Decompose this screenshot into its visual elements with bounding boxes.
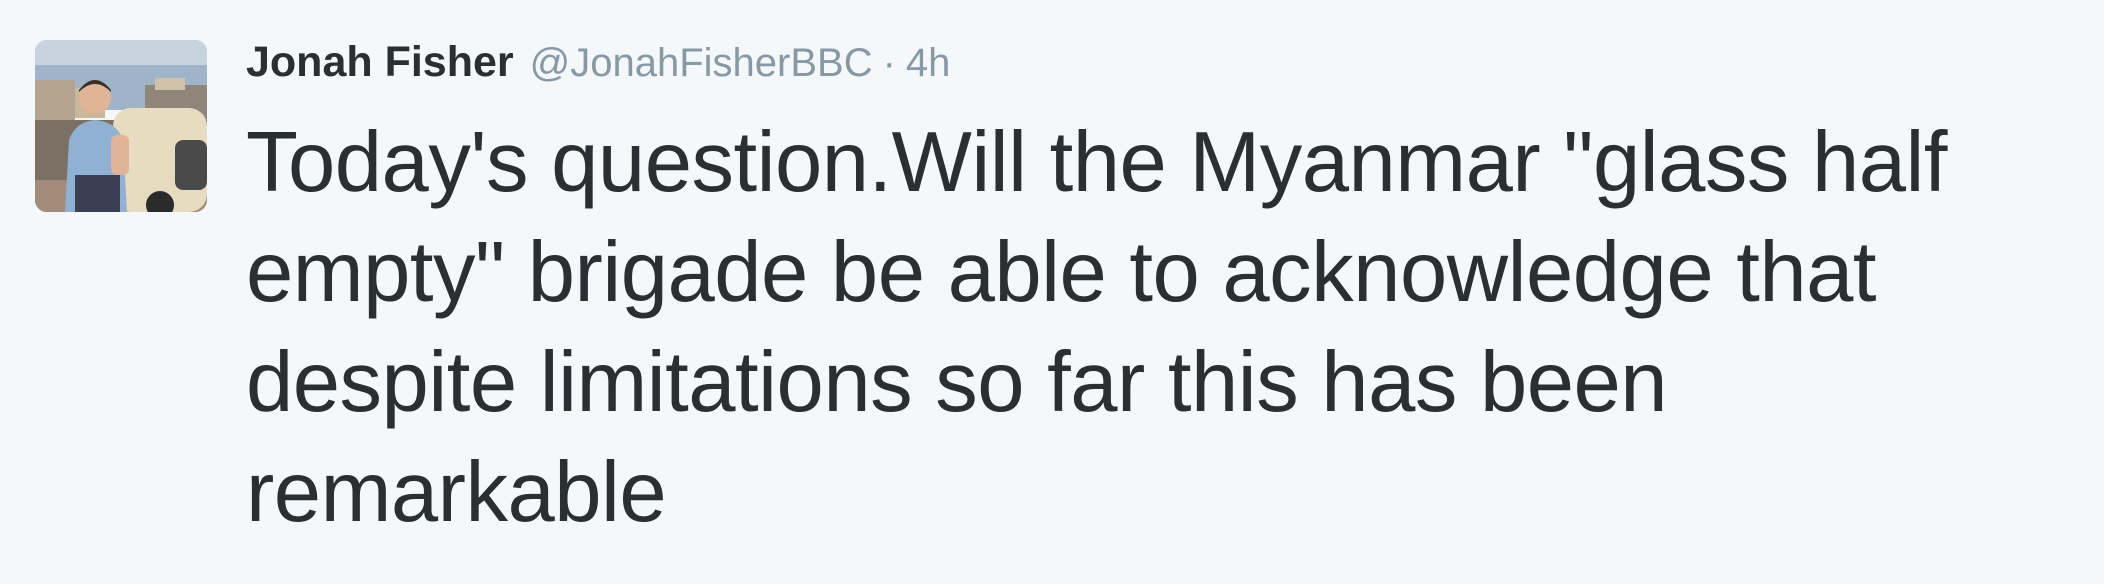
tweet-header: Jonah Fisher @JonahFisherBBC · 4h <box>246 38 950 98</box>
timestamp[interactable]: 4h <box>906 41 951 86</box>
user-handle[interactable]: @JonahFisherBBC <box>530 41 873 86</box>
separator-dot: · <box>882 41 896 85</box>
display-name[interactable]: Jonah Fisher <box>246 38 514 87</box>
tweet-text: Today's question.Will the Myanmar "glass… <box>246 115 1948 540</box>
avatar[interactable] <box>35 40 207 212</box>
tweet-card: Jonah Fisher @JonahFisherBBC · 4h Today'… <box>0 0 2104 584</box>
